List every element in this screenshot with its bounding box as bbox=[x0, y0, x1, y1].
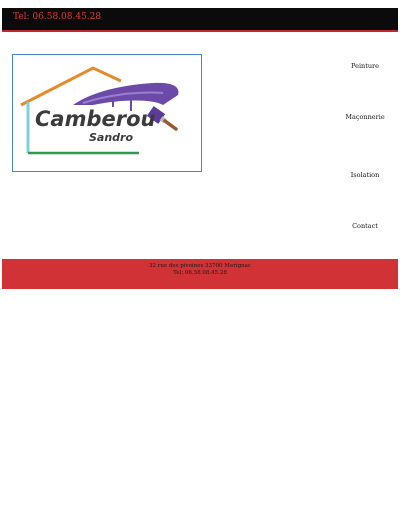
nav-item-contact[interactable]: Contact bbox=[330, 222, 400, 230]
footer: 32 rue des pivoines 33700 Merignac Tel: … bbox=[2, 259, 398, 289]
top-bar: Tel: 06.58.08.45.28 bbox=[2, 8, 398, 32]
company-logo[interactable]: Camberou Sandro bbox=[12, 54, 202, 172]
logo-graphic: Camberou Sandro bbox=[20, 66, 179, 155]
nav-item-peinture[interactable]: Peinture bbox=[330, 62, 400, 70]
footer-address: 32 rue des pivoines 33700 Merignac bbox=[148, 263, 252, 269]
header-phone: Tel: 06.58.08.45.28 bbox=[13, 12, 102, 22]
logo-firstname: Sandro bbox=[89, 131, 133, 144]
nav-item-isolation[interactable]: Isolation bbox=[330, 171, 400, 179]
logo-name: Camberou bbox=[35, 107, 156, 131]
nav-item-maconnerie[interactable]: Maçonnerie bbox=[330, 113, 400, 121]
footer-phone: Tel: 06.58.08.45.28 bbox=[173, 270, 227, 276]
